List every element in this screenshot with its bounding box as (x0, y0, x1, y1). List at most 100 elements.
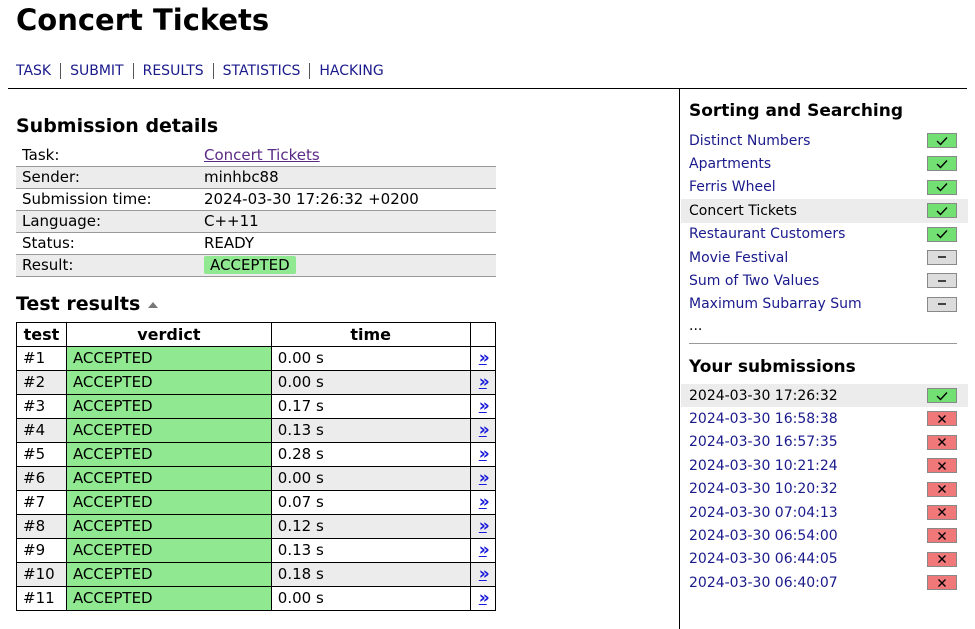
test-time: 0.07 s (270, 490, 471, 515)
double-chevron-right-icon[interactable]: » (479, 396, 490, 416)
sidebar-task-item: Concert Tickets (681, 199, 968, 223)
submission-time[interactable]: 2024-03-30 06:40:07 (689, 575, 838, 591)
nav-hacking[interactable]: HACKING (309, 63, 392, 79)
submission-item: 2024-03-30 17:26:32 (681, 384, 968, 408)
detail-value: ACCEPTED (198, 254, 496, 277)
sidebar-task-name[interactable]: Apartments (689, 156, 771, 172)
test-time: 0.00 s (270, 466, 471, 491)
test-row: #6 ACCEPTED 0.00 s » (16, 466, 496, 491)
test-verdict: ACCEPTED (65, 394, 272, 419)
test-detail-link[interactable]: » (469, 490, 496, 515)
col-header-verdict: verdict (65, 322, 272, 347)
test-time: 0.12 s (270, 514, 471, 539)
nav-statistics[interactable]: STATISTICS (212, 63, 310, 79)
test-detail-link[interactable]: » (469, 586, 496, 611)
double-chevron-right-icon[interactable]: » (479, 348, 490, 368)
test-row: #3 ACCEPTED 0.17 s » (16, 394, 496, 419)
submission-time[interactable]: 2024-03-30 07:04:13 (689, 505, 838, 521)
task-link[interactable]: Concert Tickets (204, 146, 320, 164)
sidebar-task-item[interactable]: Movie Festival (689, 246, 968, 269)
double-chevron-right-icon[interactable]: » (479, 492, 490, 512)
test-detail-link[interactable]: » (469, 394, 496, 419)
sidebar-task-name[interactable]: Restaurant Customers (689, 226, 845, 242)
double-chevron-right-icon[interactable]: » (479, 540, 490, 560)
test-detail-link[interactable]: » (469, 562, 496, 587)
test-detail-link[interactable]: » (469, 346, 496, 371)
sidebar-task-name[interactable]: Maximum Subarray Sum (689, 296, 862, 312)
test-detail-link[interactable]: » (469, 514, 496, 539)
submission-item[interactable]: 2024-03-30 10:20:32 (689, 478, 968, 501)
submission-time[interactable]: 2024-03-30 06:44:05 (689, 551, 838, 567)
submission-item[interactable]: 2024-03-30 16:57:35 (689, 431, 968, 454)
sidebar-task-item[interactable]: Restaurant Customers (689, 223, 968, 246)
check-icon (927, 179, 957, 195)
page-title: Concert Tickets (16, 3, 270, 37)
submission-time[interactable]: 2024-03-30 16:57:35 (689, 434, 838, 450)
test-time: 0.00 s (270, 370, 471, 395)
test-detail-link[interactable]: » (469, 418, 496, 443)
sidebar-task-item[interactable]: Distinct Numbers (689, 129, 968, 152)
detail-value: Concert Tickets (198, 145, 496, 167)
test-number: #2 (16, 370, 67, 395)
double-chevron-right-icon[interactable]: » (479, 468, 490, 488)
double-chevron-right-icon[interactable]: » (479, 372, 490, 392)
nav-submit[interactable]: SUBMIT (60, 63, 133, 79)
sidebar-task-name[interactable]: Distinct Numbers (689, 133, 810, 149)
test-time: 0.18 s (270, 562, 471, 587)
sidebar-task-name[interactable]: Sum of Two Values (689, 273, 819, 289)
submission-time[interactable]: 2024-03-30 06:54:00 (689, 528, 838, 544)
check-icon (927, 226, 957, 242)
sidebar-divider (679, 88, 680, 629)
test-verdict: ACCEPTED (65, 490, 272, 515)
test-verdict: ACCEPTED (65, 442, 272, 467)
test-detail-link[interactable]: » (469, 442, 496, 467)
nav-task[interactable]: TASK (16, 63, 60, 79)
test-number: #11 (16, 586, 67, 611)
test-detail-link[interactable]: » (469, 466, 496, 491)
sidebar-task-name[interactable]: Movie Festival (689, 250, 788, 266)
test-row: #11 ACCEPTED 0.00 s » (16, 586, 496, 611)
test-row: #9 ACCEPTED 0.13 s » (16, 538, 496, 563)
submission-item[interactable]: 2024-03-30 07:04:13 (689, 501, 968, 524)
test-row: #4 ACCEPTED 0.13 s » (16, 418, 496, 443)
test-detail-link[interactable]: » (469, 538, 496, 563)
submission-item[interactable]: 2024-03-30 16:58:38 (689, 407, 968, 430)
submission-time[interactable]: 2024-03-30 10:21:24 (689, 458, 838, 474)
double-chevron-right-icon[interactable]: » (479, 420, 490, 440)
test-results-header[interactable]: Test results (16, 292, 159, 316)
your-submissions-title: Your submissions (689, 357, 856, 377)
test-row: #10 ACCEPTED 0.18 s » (16, 562, 496, 587)
nav-results[interactable]: RESULTS (132, 63, 213, 79)
header-divider (8, 88, 967, 89)
double-chevron-right-icon[interactable]: » (479, 444, 490, 464)
detail-key: Sender: (16, 166, 198, 189)
submission-item[interactable]: 2024-03-30 10:21:24 (689, 454, 968, 477)
double-chevron-right-icon[interactable]: » (479, 564, 490, 584)
sidebar-task-item[interactable]: Sum of Two Values (689, 269, 968, 292)
test-verdict: ACCEPTED (65, 370, 272, 395)
cross-icon (927, 551, 957, 567)
collapse-arrow-icon[interactable] (148, 302, 159, 308)
double-chevron-right-icon[interactable]: » (479, 588, 490, 608)
test-time: 0.17 s (270, 394, 471, 419)
double-chevron-right-icon[interactable]: » (479, 516, 490, 536)
test-verdict: ACCEPTED (65, 562, 272, 587)
sidebar-task-item[interactable]: Ferris Wheel (689, 176, 968, 199)
result-badge: ACCEPTED (204, 256, 296, 274)
submission-time[interactable]: 2024-03-30 16:58:38 (689, 411, 838, 427)
sidebar-task-name[interactable]: Ferris Wheel (689, 179, 776, 195)
detail-value: C++11 (198, 210, 496, 233)
submission-time[interactable]: 2024-03-30 10:20:32 (689, 481, 838, 497)
test-time: 0.28 s (270, 442, 471, 467)
submission-item[interactable]: 2024-03-30 06:44:05 (689, 548, 968, 571)
test-time: 0.00 s (270, 346, 471, 371)
sidebar-task-item[interactable]: Apartments (689, 152, 968, 175)
submission-item[interactable]: 2024-03-30 06:40:07 (689, 571, 968, 594)
submission-item[interactable]: 2024-03-30 06:54:00 (689, 524, 968, 547)
sidebar: Sorting and Searching Distinct Numbers Ap… (681, 100, 968, 591)
test-results-title: Test results (16, 293, 141, 315)
test-row: #8 ACCEPTED 0.12 s » (16, 514, 496, 539)
cross-icon (927, 504, 957, 520)
sidebar-task-item[interactable]: Maximum Subarray Sum (689, 293, 968, 316)
test-detail-link[interactable]: » (469, 370, 496, 395)
